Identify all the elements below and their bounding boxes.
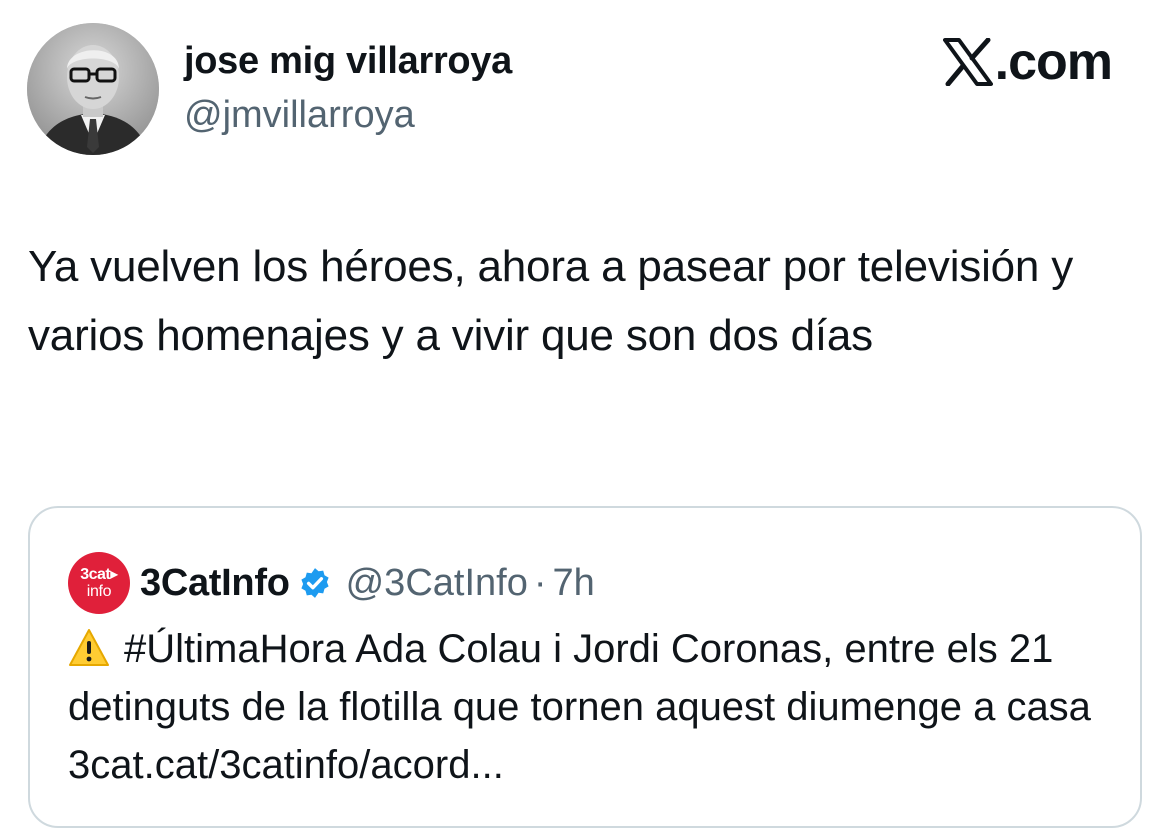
quoted-author-avatar[interactable]: 3cat▸ info bbox=[68, 552, 130, 614]
warning-icon bbox=[68, 628, 110, 668]
tweet-screenshot: jose mig villarroya @jmvillarroya .com Y… bbox=[0, 0, 1170, 834]
quoted-tweet-text: #ÚltimaHora Ada Colau i Jordi Coronas, e… bbox=[68, 627, 1091, 787]
quoted-timestamp[interactable]: 7h bbox=[553, 562, 595, 605]
quoted-avatar-line1: 3cat▸ bbox=[80, 565, 118, 583]
author-avatar[interactable] bbox=[27, 23, 159, 155]
site-logo: .com bbox=[942, 33, 1113, 91]
site-logo-text: .com bbox=[994, 33, 1113, 91]
quoted-tweet-card[interactable]: 3cat▸ info 3CatInfo @3CatInfo · 7h #Últi… bbox=[28, 506, 1142, 828]
author-handle[interactable]: @jmvillarroya bbox=[184, 94, 415, 137]
quoted-author-handle[interactable]: @3CatInfo bbox=[346, 562, 528, 605]
quoted-avatar-line2: info bbox=[86, 582, 112, 600]
author-name[interactable]: jose mig villarroya bbox=[184, 40, 512, 83]
quoted-tweet-header: 3cat▸ info 3CatInfo @3CatInfo · 7h bbox=[68, 552, 595, 614]
quoted-tweet-body: #ÚltimaHora Ada Colau i Jordi Coronas, e… bbox=[68, 620, 1108, 794]
tweet-text: Ya vuelven los héroes, ahora a pasear po… bbox=[28, 242, 1074, 360]
x-logo-icon bbox=[942, 38, 993, 86]
verified-badge-icon bbox=[298, 566, 332, 600]
profile-photo-icon bbox=[27, 23, 159, 155]
quoted-author-name[interactable]: 3CatInfo bbox=[140, 562, 290, 605]
header-separator: · bbox=[533, 561, 547, 604]
